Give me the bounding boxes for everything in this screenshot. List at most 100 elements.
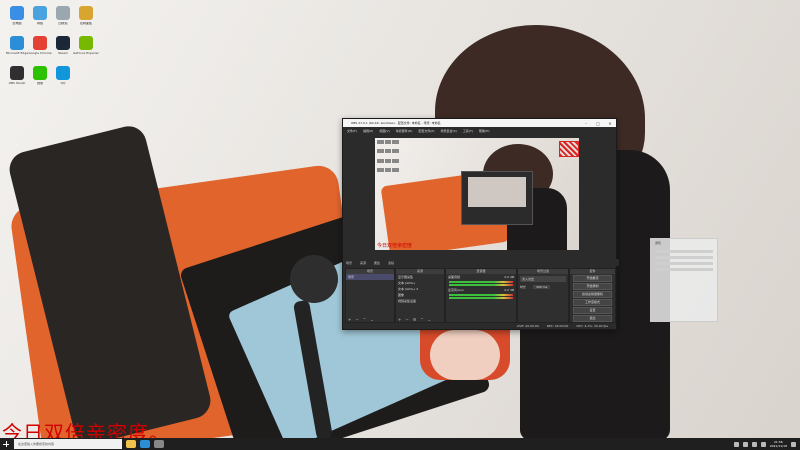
control-button[interactable]: 开始推流: [573, 275, 612, 282]
menu-item[interactable]: 帮助(H): [479, 129, 490, 133]
desktop-icon[interactable]: GeForce Experience: [73, 36, 99, 55]
notification-icon[interactable]: [791, 441, 796, 447]
minimize-icon[interactable]: –: [580, 121, 592, 126]
chevron-up-icon[interactable]: [733, 441, 739, 447]
control-button[interactable]: 退出: [573, 315, 612, 322]
obs-window-title: OBS 27.0.1 (64-bit, windows) - 配置文件: 未命名…: [351, 121, 441, 125]
preview-overlay-text: 今日双倍亲密度: [377, 243, 413, 249]
nvidia-icon: [79, 36, 93, 50]
edge-icon: [10, 36, 24, 50]
transitions-dock-title: 场景过渡: [518, 269, 568, 274]
sources-dock-tools: + − ⚙ ⌃ ⌄: [396, 317, 444, 322]
menu-item[interactable]: 配置文件(P): [418, 129, 434, 133]
mixer-level: 0.0 dB: [504, 288, 514, 292]
desktop-icon[interactable]: QQ: [50, 66, 76, 85]
mixer-channel-desktop: 桌面音频 0.0 dB: [446, 274, 516, 280]
input-method-icon[interactable]: [760, 441, 766, 447]
mixer-channel-label: 桌面音频: [448, 275, 461, 279]
popup-row: [655, 250, 713, 253]
recycle-bin-icon: [56, 6, 70, 20]
system-tray: 21:56 2021/11/18: [733, 438, 796, 450]
source-item[interactable]: 视频采集设备: [396, 298, 444, 304]
status-cpu: CPU: 4.1%, 30.00 fps: [576, 324, 608, 328]
move-down-icon[interactable]: ⌄: [428, 317, 431, 322]
menu-item[interactable]: 视图(V): [379, 129, 389, 133]
popup-row: [655, 262, 713, 265]
control-button[interactable]: 启动虚拟摄像机: [573, 291, 612, 298]
control-button[interactable]: 工作室模式: [573, 299, 612, 306]
wallpaper-figure-hand: [430, 330, 500, 380]
wallpaper-microphone: [290, 255, 338, 303]
transition-duration[interactable]: 时长 300 ms: [518, 284, 568, 290]
move-up-icon[interactable]: ⌃: [363, 317, 366, 322]
preview-nested-screen: [468, 177, 526, 207]
status-rec: REC: 00:00:00: [546, 324, 569, 328]
start-button[interactable]: [0, 438, 12, 450]
control-button[interactable]: 开始录制: [573, 283, 612, 290]
obs-icon[interactable]: [154, 440, 164, 448]
taskbar-search-input[interactable]: 在这里输入你要搜索的内容: [14, 439, 122, 449]
volume-icon[interactable]: [751, 441, 757, 447]
maximize-icon[interactable]: □: [592, 121, 604, 126]
file-explorer-icon[interactable]: [126, 440, 136, 448]
scenes-dock: 场景 场景 + − ⌃ ⌄: [345, 268, 395, 323]
desktop-icon-label: QQ: [60, 82, 66, 85]
transitions-dock: 场景过渡 淡入淡出 时长 300 ms: [517, 268, 569, 323]
obs-statusbar: LIVE: 00:00:00 REC: 00:00:00 CPU: 4.1%, …: [343, 323, 616, 329]
popup-row: [655, 256, 713, 259]
mixer-meter: [449, 297, 513, 299]
remove-icon[interactable]: −: [405, 317, 408, 322]
add-icon[interactable]: +: [348, 317, 351, 322]
close-icon[interactable]: ✕: [604, 121, 616, 126]
obs-preview[interactable]: 今日双倍亲密度: [375, 138, 579, 250]
move-down-icon[interactable]: ⌄: [370, 317, 373, 322]
popup-title: 通知: [655, 241, 662, 245]
source-toolbar-item[interactable]: 来源: [360, 261, 366, 265]
menu-item[interactable]: 停靠部件(D): [396, 129, 413, 133]
preview-source-selection[interactable]: [559, 141, 579, 157]
gear-icon[interactable]: ⚙: [413, 317, 417, 322]
source-toolbar-item[interactable]: 场景: [346, 261, 352, 265]
source-toolbar-item[interactable]: 属性: [374, 261, 380, 265]
network-icon: [33, 6, 47, 20]
add-icon[interactable]: +: [398, 317, 401, 322]
taskbar: 在这里输入你要搜索的内容 21:56 2021/11/18: [0, 438, 800, 450]
taskbar-apps: [122, 440, 164, 448]
obs-window[interactable]: OBS 27.0.1 (64-bit, windows) - 配置文件: 未命名…: [342, 118, 619, 330]
preview-nested-obs: [461, 171, 533, 225]
menu-item[interactable]: 文件(F): [347, 129, 357, 133]
scenes-dock-tools: + − ⌃ ⌄: [346, 317, 394, 322]
menu-item[interactable]: 工具(T): [463, 129, 473, 133]
obs-icon: [10, 66, 24, 80]
menu-item[interactable]: 场景集合(S): [441, 129, 457, 133]
obs-menubar: 文件(F) 编辑(E) 视图(V) 停靠部件(D) 配置文件(P) 场景集合(S) 工具(T…: [343, 127, 616, 134]
scene-item[interactable]: 场景: [346, 274, 394, 280]
chrome-icon: [33, 36, 47, 50]
audio-mixer-dock: 混音器 桌面音频 0.0 dB 麦克风/Aux 0.0 dB: [445, 268, 517, 323]
sources-dock: 来源 显示器采集 文本 (GDI+) 文本 (GDI+) 2 图像 视频采集设备 + −…: [395, 268, 445, 323]
computer-icon: [10, 6, 24, 20]
desktop-icon[interactable]: 控制面板: [73, 6, 99, 25]
taskbar-clock[interactable]: 21:56 2021/11/18: [770, 440, 787, 448]
control-button[interactable]: 设置: [573, 307, 612, 314]
mixer-channel-mic: 麦克风/Aux 0.0 dB: [446, 287, 516, 293]
move-up-icon[interactable]: ⌃: [420, 317, 423, 322]
controls-dock: 控件 开始推流 开始录制 启动虚拟摄像机 工作室模式 设置 退出: [569, 268, 616, 323]
desktop-icon-label: GeForce Experience: [73, 52, 99, 55]
sources-list: 显示器采集 文本 (GDI+) 文本 (GDI+) 2 图像 视频采集设备: [396, 274, 444, 304]
network-icon[interactable]: [742, 441, 748, 447]
mixer-meter: [449, 294, 513, 296]
obs-titlebar[interactable]: OBS 27.0.1 (64-bit, windows) - 配置文件: 未命名…: [343, 119, 616, 127]
clock-date: 2021/11/18: [769, 444, 787, 448]
source-toolbar-item[interactable]: 滤镜: [388, 261, 394, 265]
duration-input[interactable]: 300 ms: [532, 285, 551, 289]
remove-icon[interactable]: −: [355, 317, 358, 322]
transition-type-select[interactable]: 淡入淡出: [520, 276, 566, 282]
mixer-channel-label: 麦克风/Aux: [448, 288, 464, 292]
desktop-icon-label: 控制面板: [79, 22, 92, 25]
notification-popup[interactable]: 通知: [650, 238, 718, 322]
qq-icon: [56, 66, 70, 80]
mixer-meter: [449, 281, 513, 283]
menu-item[interactable]: 编辑(E): [363, 129, 373, 133]
edge-icon[interactable]: [140, 440, 150, 448]
